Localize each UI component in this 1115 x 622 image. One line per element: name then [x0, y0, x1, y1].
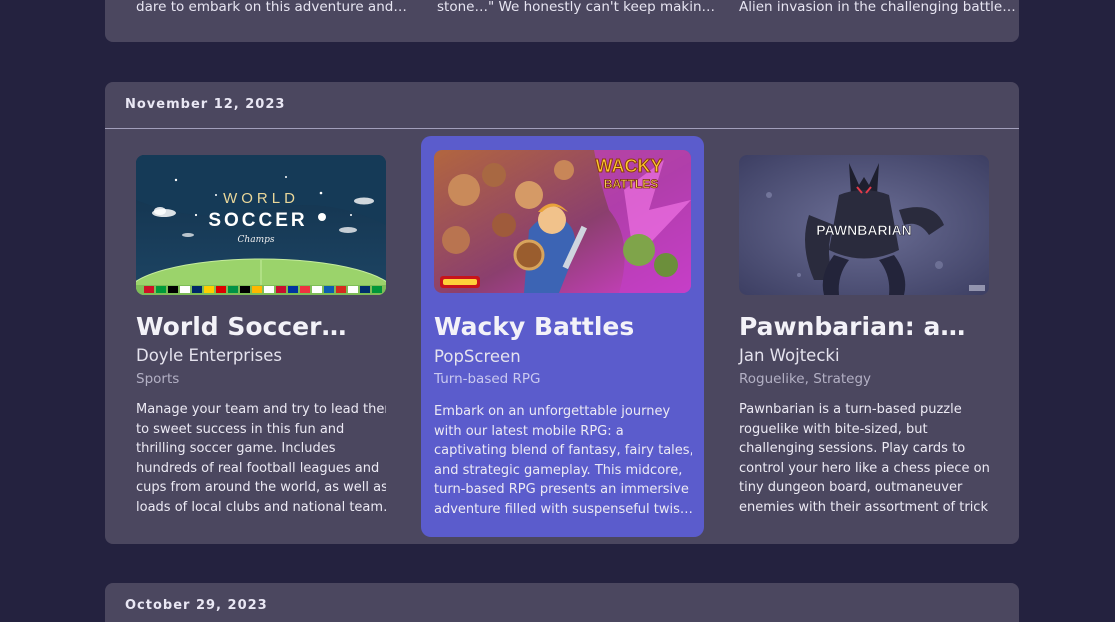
description-line: thrilling soccer game. Includes [136, 441, 336, 457]
description-line: cups from around the world, as well as [136, 480, 386, 496]
description-line: to sweet success in this fun and [136, 421, 345, 437]
game-title[interactable]: World Soccer… [136, 312, 386, 341]
description-line: adventure filled with suspenseful twis… [434, 501, 692, 517]
previous-date-section: dare to embark on this adventure and… st… [105, 0, 1019, 42]
game-card-world-soccer[interactable]: WORLD SOCCER Champs World Soccer… Doyle … [136, 136, 386, 526]
game-title[interactable]: Wacky Battles [434, 312, 684, 341]
previous-card-snippet[interactable]: Alien invasion in the challenging battle… [739, 0, 1016, 14]
description-line: control your hero like a chess piece on … [739, 460, 989, 476]
game-developer: PopScreen [434, 347, 521, 366]
section-date: November 12, 2023 [125, 97, 286, 112]
previous-card-snippet[interactable]: dare to embark on this adventure and… [136, 0, 407, 14]
description-line: enemies with their assortment of trick… [739, 499, 989, 515]
game-card-pawnbarian[interactable]: PAWNBARIAN Pawnbarian: a… Jan Wojtecki R… [739, 136, 989, 526]
game-description: Pawnbarian is a turn-based puzzle roguel… [739, 400, 989, 518]
description-line: tiny dungeon board, outmaneuver [739, 480, 963, 496]
section-divider [105, 128, 1019, 129]
description-line: hundreds of real football leagues and [136, 460, 380, 476]
next-date-section: October 29, 2023 [105, 583, 1019, 622]
description-line: loads of local clubs and national team… [136, 499, 386, 515]
game-cover-image[interactable]: WACKY BATTLES [434, 150, 691, 293]
description-line: captivating blend of fantasy, fairy tale… [434, 443, 692, 459]
cover-text: WORLD [223, 190, 299, 207]
game-genre: Roguelike, Strategy [739, 371, 872, 387]
game-title[interactable]: Pawnbarian: a… [739, 312, 989, 341]
description-line: challenging sessions. Play cards to [739, 441, 966, 457]
game-cover-image[interactable]: PAWNBARIAN [739, 155, 989, 295]
game-cover-image[interactable]: WORLD SOCCER Champs [136, 155, 386, 295]
description-line: Embark on an unforgettable journey [434, 404, 671, 419]
cover-text: SOCCER [208, 210, 307, 231]
cover-text: WACKY [596, 156, 663, 176]
description-line: and strategic gameplay. This midcore, [434, 462, 683, 478]
previous-card-snippet[interactable]: stone…" We honestly can't keep makin… [437, 0, 715, 14]
description-line: with our latest mobile RPG: a [434, 423, 624, 439]
description-line: roguelike with bite-sized, but [739, 421, 928, 437]
cover-text: Champs [238, 235, 275, 245]
game-feed: dare to embark on this adventure and… st… [0, 0, 1115, 622]
description-line: Manage your team and try to lead them [136, 402, 386, 417]
game-developer: Doyle Enterprises [136, 346, 283, 365]
game-genre: Turn-based RPG [434, 371, 541, 387]
description-line: turn-based RPG presents an immersive [434, 482, 689, 498]
cover-text: BATTLES [604, 177, 658, 191]
game-genre: Sports [136, 371, 180, 387]
description-line: Pawnbarian is a turn-based puzzle [739, 402, 962, 417]
game-description: Manage your team and try to lead them to… [136, 400, 386, 518]
game-description: Embark on an unforgettable journey with … [434, 402, 692, 520]
game-card-wacky-battles[interactable]: WACKY BATTLES Wacky Battles PopScreen Tu… [421, 136, 704, 537]
cover-text: PAWNBARIAN [816, 222, 911, 238]
section-date: October 29, 2023 [125, 598, 268, 613]
game-developer: Jan Wojtecki [739, 346, 840, 365]
